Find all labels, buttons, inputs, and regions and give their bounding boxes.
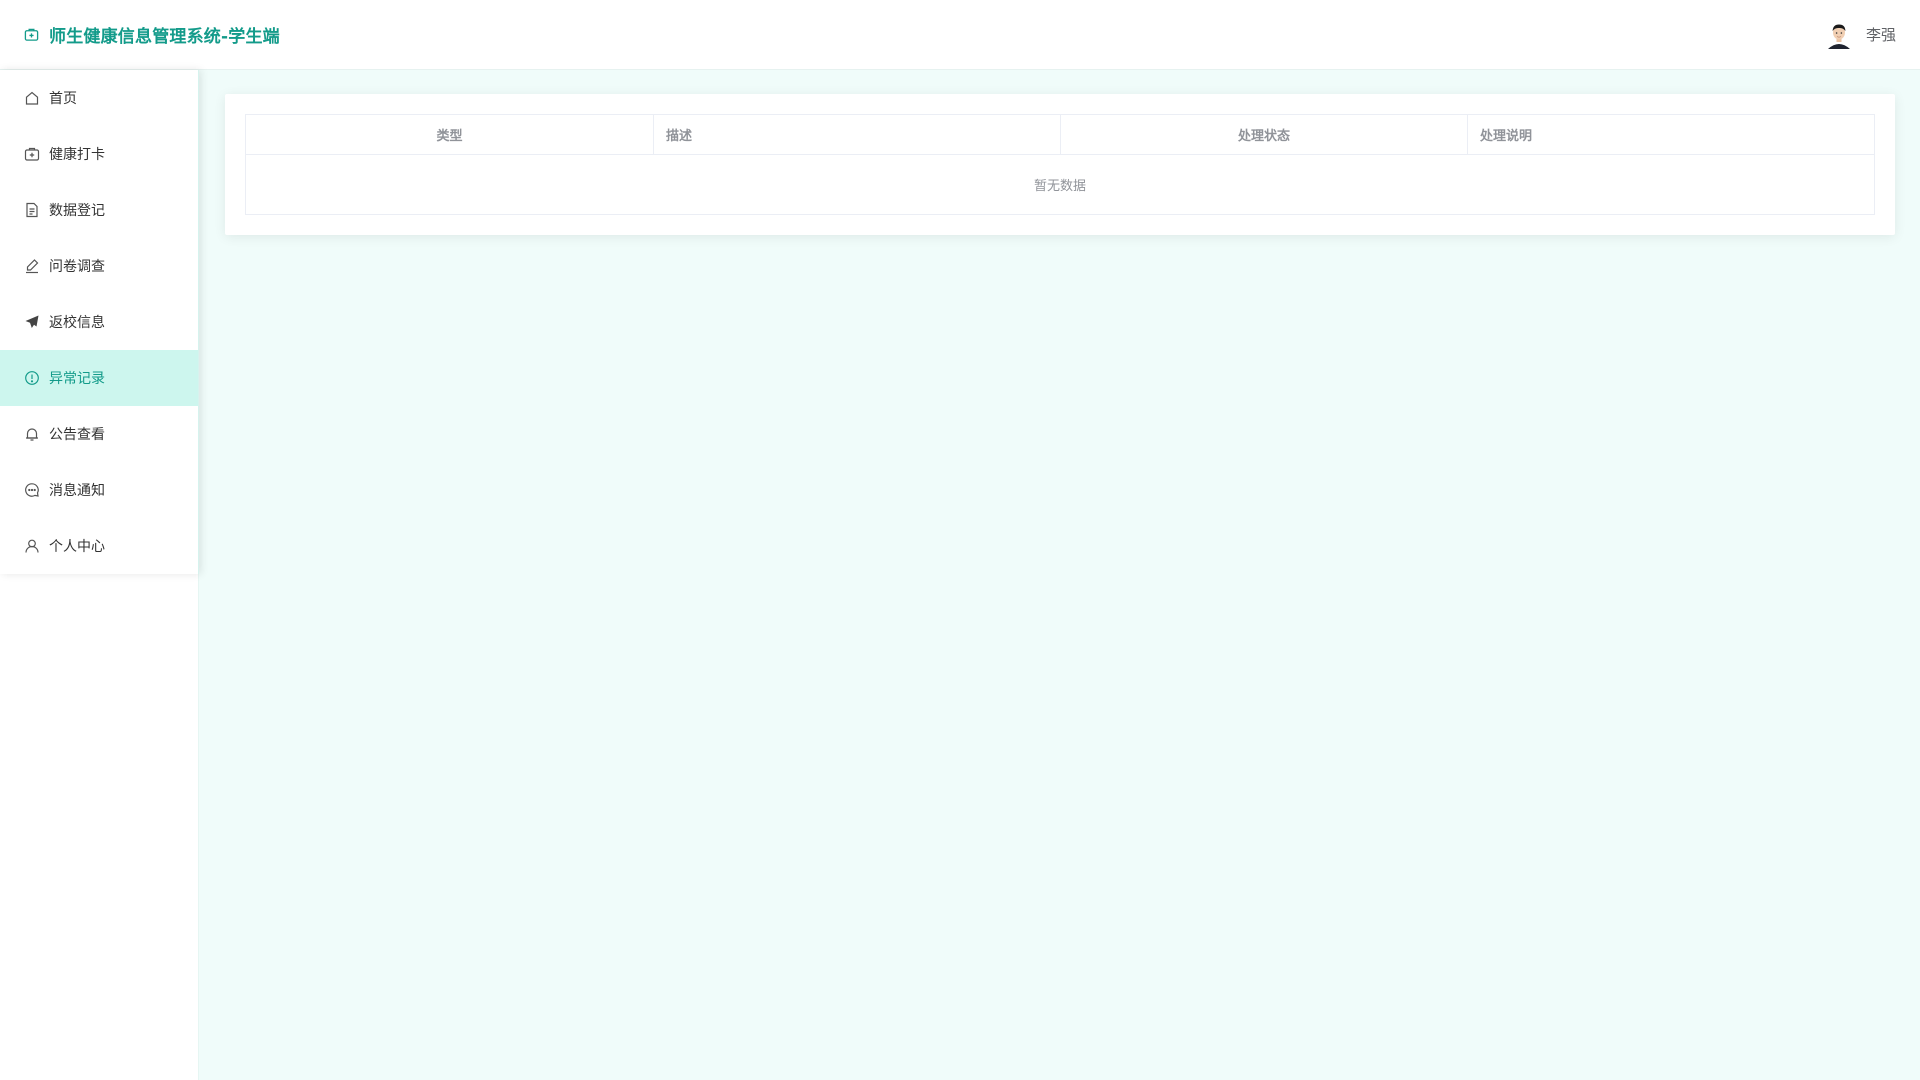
chat-bubble-icon — [24, 482, 40, 498]
table-header: 类型 描述 处理状态 处理说明 — [246, 115, 1874, 155]
sidebar-item-data-registration[interactable]: 数据登记 — [0, 182, 198, 238]
abnormal-records-table: 类型 描述 处理状态 处理说明 暂无数据 — [245, 114, 1875, 215]
sidebar-item-survey[interactable]: 问卷调查 — [0, 238, 198, 294]
sidebar-item-messages[interactable]: 消息通知 — [0, 462, 198, 518]
avatar[interactable] — [1823, 19, 1854, 50]
sidebar-item-label: 异常记录 — [49, 371, 105, 387]
column-header-note[interactable]: 处理说明 — [1468, 115, 1874, 154]
sidebar-item-label: 健康打卡 — [49, 147, 105, 163]
sidebar-background — [0, 574, 199, 1080]
sidebar-item-home[interactable]: 首页 — [0, 70, 198, 126]
empty-state-text: 暂无数据 — [1033, 179, 1086, 194]
user-icon — [24, 538, 40, 554]
medical-kit-icon — [24, 146, 40, 162]
bell-icon — [24, 426, 40, 442]
sidebar-item-health-checkin[interactable]: 健康打卡 — [0, 126, 198, 182]
sidebar-item-label: 消息通知 — [49, 483, 105, 499]
sidebar-item-label: 返校信息 — [49, 315, 105, 331]
sidebar-item-return-info[interactable]: 返校信息 — [0, 294, 198, 350]
sidebar-item-announcements[interactable]: 公告查看 — [0, 406, 198, 462]
column-header-type[interactable]: 类型 — [246, 115, 654, 154]
username[interactable]: 李强 — [1866, 24, 1896, 45]
sidebar-item-label: 公告查看 — [49, 427, 105, 443]
app-title: 师生健康信息管理系统-学生端 — [49, 27, 280, 47]
sidebar-item-label: 首页 — [49, 91, 77, 107]
send-icon — [24, 314, 40, 330]
sidebar-item-profile[interactable]: 个人中心 — [0, 518, 198, 574]
sidebar: 首页 健康打卡 数据登记 问卷调查 返校信息 异常记录 公告查看 消息通知 个人… — [0, 70, 199, 574]
warning-circle-icon — [24, 370, 40, 386]
sidebar-item-label: 个人中心 — [49, 539, 105, 555]
top-header: 师生健康信息管理系统-学生端 李强 — [0, 0, 1920, 70]
sidebar-item-label: 问卷调查 — [49, 259, 105, 275]
home-icon — [24, 90, 40, 106]
sidebar-item-label: 数据登记 — [49, 203, 105, 219]
edit-icon — [24, 258, 40, 274]
user-menu[interactable]: 李强 — [1823, 19, 1896, 50]
column-header-description[interactable]: 描述 — [654, 115, 1061, 154]
brand: 师生健康信息管理系统-学生端 — [24, 22, 280, 47]
medical-kit-icon — [24, 27, 39, 42]
document-icon — [24, 202, 40, 218]
sidebar-item-abnormal-records[interactable]: 异常记录 — [0, 350, 198, 406]
records-card: 类型 描述 处理状态 处理说明 暂无数据 — [225, 94, 1895, 235]
column-header-status[interactable]: 处理状态 — [1061, 115, 1468, 154]
main-content: 类型 描述 处理状态 处理说明 暂无数据 — [200, 70, 1920, 1080]
